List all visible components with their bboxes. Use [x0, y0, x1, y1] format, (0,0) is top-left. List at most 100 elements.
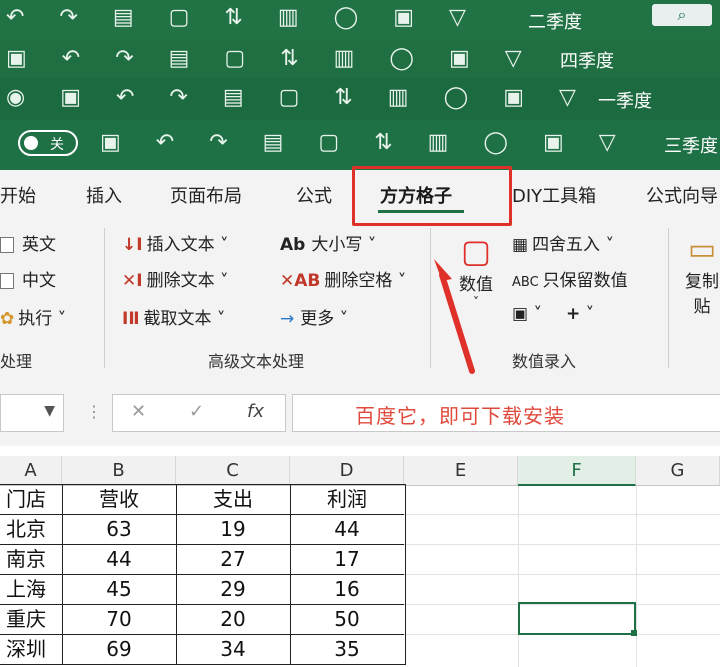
- checkbox-icon[interactable]: [0, 237, 14, 253]
- column-header-e[interactable]: E: [404, 456, 518, 486]
- formula-bar: ▼ ⋮ ✕ ✓ fx 百度它，即可下载安装: [0, 378, 720, 446]
- delete-text-button[interactable]: ✕Ι 删除文本 ˅: [122, 266, 228, 291]
- table-cell[interactable]: 29: [176, 574, 290, 604]
- execute-button[interactable]: ✿ 执行 ˅: [0, 304, 66, 329]
- plus-icon[interactable]: +: [566, 304, 580, 324]
- tab-diy-toolbox[interactable]: DIY工具箱: [512, 182, 596, 208]
- paste-label: 贴: [693, 297, 711, 317]
- quick-access-icons: ▣ ↶ ↷ ▤ ▢ ⇅ ▥ ◯ ▣ ▽: [100, 130, 630, 155]
- annotation-arrow: [434, 259, 475, 374]
- table-cell[interactable]: 63: [62, 514, 176, 544]
- keep-number-button[interactable]: ABC 只保留数值: [512, 266, 628, 291]
- table-cell[interactable]: 16: [290, 574, 404, 604]
- window-title-q4: 四季度: [560, 51, 614, 72]
- gridline: [404, 514, 720, 515]
- table-cell[interactable]: 17: [290, 544, 404, 574]
- tab-insert[interactable]: 插入: [86, 182, 122, 208]
- table-cell[interactable]: 44: [62, 544, 176, 574]
- table-cell[interactable]: 19: [176, 514, 290, 544]
- remove-space-label: 删除空格: [324, 271, 393, 291]
- gridline: [404, 544, 720, 545]
- number-tools-row[interactable]: ▣ ˅ + ˅: [512, 304, 594, 324]
- column-header-c[interactable]: C: [176, 456, 290, 486]
- window-bar-q4[interactable]: ▣ ↶ ↷ ▤ ▢ ⇅ ▥ ◯ ▣ ▽ 四季度: [0, 40, 720, 78]
- table-header-cell[interactable]: 门店: [0, 484, 62, 514]
- group-label-process: 处理: [0, 352, 33, 371]
- tab-formulas[interactable]: 公式: [296, 182, 332, 208]
- table-cell[interactable]: 27: [176, 544, 290, 574]
- column-header-d[interactable]: D: [290, 456, 404, 486]
- chinese-option[interactable]: 中文: [0, 266, 56, 291]
- column-header-b[interactable]: B: [62, 456, 176, 486]
- copy-paste-button[interactable]: ▭ 复制 贴: [680, 232, 720, 317]
- cancel-icon[interactable]: ✕: [131, 401, 146, 422]
- case-button[interactable]: Ab 大小写 ˅: [280, 230, 376, 255]
- remove-space-button[interactable]: ✕AB 删除空格 ˅: [280, 266, 406, 291]
- table-cell[interactable]: 20: [176, 604, 290, 634]
- english-label: 英文: [22, 235, 56, 255]
- search-icon[interactable]: ⌕: [652, 4, 712, 26]
- table-header-cell[interactable]: 支出: [176, 484, 290, 514]
- formula-input[interactable]: 百度它，即可下载安装: [292, 394, 720, 432]
- arrow-right-icon: →: [280, 309, 295, 329]
- table-header-cell[interactable]: 利润: [290, 484, 404, 514]
- copy-label: 复制: [685, 272, 719, 292]
- table-cell[interactable]: 44: [290, 514, 404, 544]
- highlight-box: [352, 166, 512, 226]
- insert-text-label: 插入文本: [146, 235, 215, 255]
- group-label-number-entry: 数值录入: [512, 352, 577, 371]
- drag-handle-icon[interactable]: ⋮: [86, 402, 102, 421]
- window-bar-q2[interactable]: ↶ ↷ ▤ ▢ ⇅ ▥ ◯ ▣ ▽ 二季度 ⌕: [0, 0, 720, 40]
- insert-text-icon: ↓Ι: [122, 235, 143, 255]
- extract-text-button[interactable]: ⅠⅡ 截取文本 ˅: [122, 304, 225, 329]
- table-cell[interactable]: 34: [176, 634, 290, 664]
- english-option[interactable]: 英文: [0, 230, 56, 255]
- extract-text-icon: ⅠⅡ: [122, 309, 140, 329]
- remove-space-icon: ✕AB: [280, 271, 321, 291]
- formula-text: 百度它，即可下载安装: [355, 404, 565, 428]
- delete-text-icon: ✕Ι: [122, 271, 143, 291]
- window-title-q2: 二季度: [528, 12, 582, 33]
- window-bar-q1[interactable]: ◉ ▣ ↶ ↷ ▤ ▢ ⇅ ▥ ◯ ▣ ▽ 一季度: [0, 78, 720, 120]
- tab-formula-wizard[interactable]: 公式向导: [646, 182, 718, 208]
- table-cell[interactable]: 69: [62, 634, 176, 664]
- column-header-a[interactable]: A: [0, 456, 62, 486]
- tab-page-layout[interactable]: 页面布局: [170, 182, 242, 208]
- case-label: 大小写: [311, 235, 363, 255]
- round-label: 四舍五入: [532, 235, 601, 255]
- table-cell[interactable]: 南京: [0, 544, 62, 574]
- table-cell[interactable]: 北京: [0, 514, 62, 544]
- tab-home[interactable]: 开始: [0, 182, 36, 208]
- insert-text-button[interactable]: ↓Ι 插入文本 ˅: [122, 230, 228, 255]
- autosave-toggle[interactable]: 关: [18, 130, 78, 156]
- execute-icon: ✿: [0, 309, 15, 329]
- round-button[interactable]: ▦ 四舍五入 ˅: [512, 230, 614, 255]
- window-bar-q3[interactable]: 关 ▣ ↶ ↷ ▤ ▢ ⇅ ▥ ◯ ▣ ▽ 三季度: [0, 120, 720, 170]
- dropdown-arrow-icon[interactable]: ▼: [44, 403, 55, 419]
- quick-access-icons: ↶ ↷ ▤ ▢ ⇅ ▥ ◯ ▣ ▽: [6, 5, 480, 30]
- extract-text-label: 截取文本: [143, 309, 212, 329]
- insert-function-icon[interactable]: fx: [247, 401, 264, 422]
- fill-handle[interactable]: [631, 630, 637, 636]
- column-header-f[interactable]: F: [518, 456, 636, 486]
- more-label: 更多: [300, 309, 335, 329]
- column-header-g[interactable]: G: [636, 456, 720, 486]
- name-box[interactable]: ▼: [0, 394, 64, 432]
- table-cell[interactable]: 50: [290, 604, 404, 634]
- table-cell[interactable]: 重庆: [0, 604, 62, 634]
- active-cell[interactable]: [518, 602, 636, 635]
- quick-access-icons: ▣ ↶ ↷ ▤ ▢ ⇅ ▥ ◯ ▣ ▽: [6, 46, 536, 71]
- more-button[interactable]: → 更多 ˅: [280, 304, 348, 329]
- checkbox-icon[interactable]: [0, 273, 14, 289]
- table-header-cell[interactable]: 营收: [62, 484, 176, 514]
- table-cell[interactable]: 45: [62, 574, 176, 604]
- toggle-knob: [24, 136, 38, 150]
- window-title-q3: 三季度: [664, 136, 718, 157]
- table-cell[interactable]: 35: [290, 634, 404, 664]
- table-cell[interactable]: 上海: [0, 574, 62, 604]
- table-cell[interactable]: 70: [62, 604, 176, 634]
- autosave-label: 关: [50, 137, 64, 153]
- table-cell[interactable]: 深圳: [0, 634, 62, 664]
- confirm-icon[interactable]: ✓: [189, 401, 204, 422]
- edit-icon[interactable]: ▣ ˅: [512, 304, 542, 324]
